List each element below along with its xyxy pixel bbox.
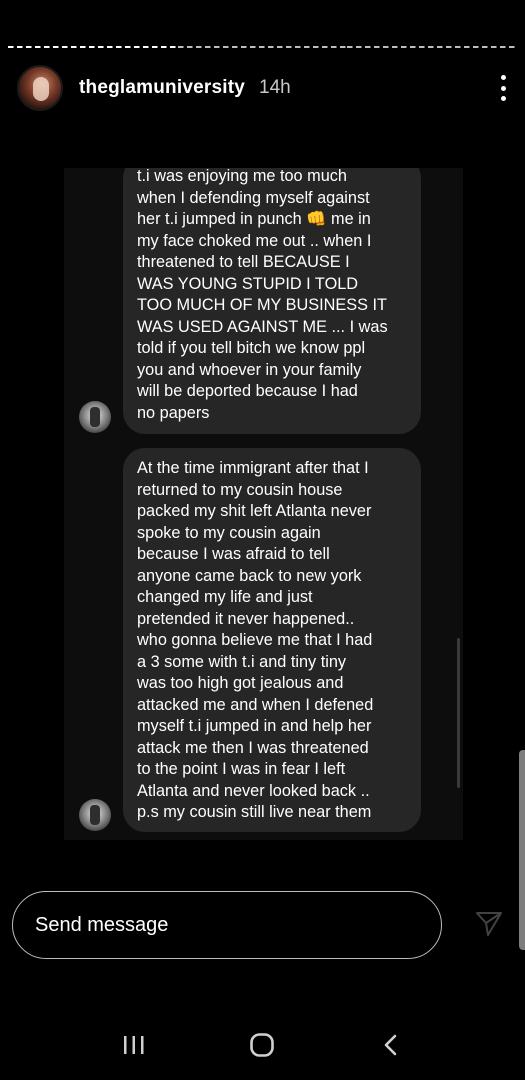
send-icon[interactable]	[474, 908, 504, 938]
send-message-placeholder: Send message	[35, 913, 169, 936]
sender-avatar	[79, 799, 111, 831]
story-timestamp: 14h	[259, 77, 291, 98]
story-progress-bar	[8, 46, 518, 49]
story-header: theglamuniversity 14h	[17, 64, 508, 112]
send-message-input[interactable]: Send message	[12, 891, 442, 959]
back-icon[interactable]	[371, 1025, 411, 1065]
progress-segment-viewed	[8, 46, 178, 48]
home-icon[interactable]	[242, 1025, 282, 1065]
scrollbar	[457, 638, 460, 788]
message-bubble: At the time immigrant after that I retur…	[123, 448, 421, 832]
message-bubble: t.i was enjoying me too much when I defe…	[123, 168, 421, 434]
recent-apps-icon[interactable]	[114, 1025, 154, 1065]
dm-screenshot: t.i was enjoying me too much when I defe…	[64, 168, 463, 840]
avatar[interactable]	[17, 65, 63, 111]
edge-panel-handle[interactable]	[519, 750, 525, 950]
sender-avatar	[79, 401, 111, 433]
progress-segment-remaining	[347, 46, 518, 48]
system-nav-bar	[0, 1010, 525, 1080]
more-vertical-icon[interactable]	[498, 75, 508, 101]
progress-segment-remaining	[177, 46, 348, 48]
username[interactable]: theglamuniversity	[79, 77, 245, 99]
